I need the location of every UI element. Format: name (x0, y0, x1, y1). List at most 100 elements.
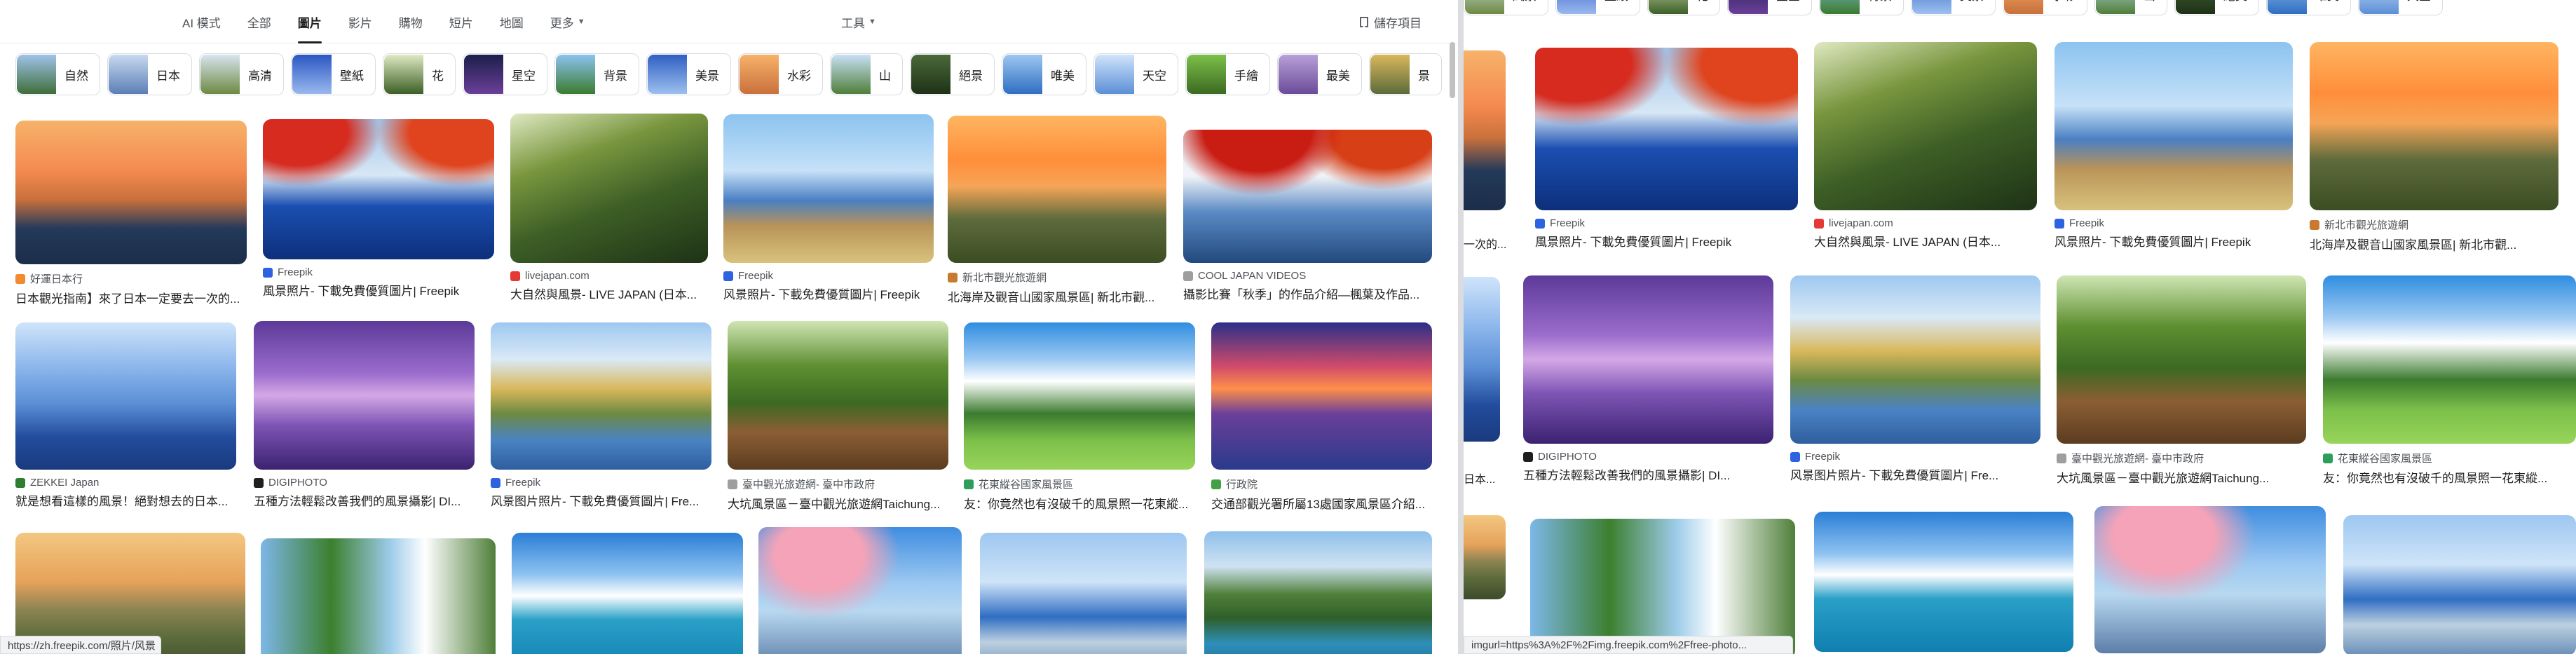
result-thumbnail[interactable] (1204, 531, 1432, 654)
image-result-card[interactable]: Freepik 風景照片- 下載免費優質圖片| Freepik (1535, 48, 1798, 250)
result-thumbnail[interactable] (15, 322, 236, 470)
result-title[interactable]: 五種方法輕鬆改善我們的風景攝影| DI... (1523, 465, 1773, 483)
result-thumbnail[interactable] (1183, 130, 1432, 263)
result-source[interactable]: Freepik (263, 266, 494, 278)
image-result-card[interactable]: 行政院交通部觀光署所屬13處國家風景區介紹... (1211, 322, 1432, 512)
image-result-card[interactable]: COOL JAPAN VIDEOS 攝影比賽「秋季」的作品介紹—楓葉及作品... (1183, 130, 1432, 302)
result-source[interactable]: Freepik (2054, 217, 2293, 229)
result-source[interactable]: Freepik (1790, 451, 2040, 463)
chip-1[interactable]: 壁紙 (1555, 0, 1640, 15)
result-source[interactable]: 好運日本行 (15, 271, 247, 286)
result-thumbnail[interactable] (728, 321, 948, 470)
tab-shorts[interactable]: 短片 (449, 0, 473, 43)
chip-5[interactable]: 星空 (463, 53, 547, 95)
saved-items-button[interactable]: 儲存項目 (1360, 0, 1422, 43)
image-result-card[interactable] (1814, 512, 2073, 652)
cropped-thumbnail[interactable] (1464, 50, 1506, 210)
image-result-card[interactable] (1530, 519, 1795, 654)
chip-6[interactable]: 水彩 (2003, 0, 2087, 15)
image-result-card[interactable] (2343, 515, 2576, 654)
result-thumbnail[interactable] (2057, 275, 2306, 444)
result-title[interactable]: 友：你竟然也有沒破千的風景照一花東縱... (964, 494, 1195, 512)
chip-2[interactable]: 高清 (199, 53, 284, 95)
chip-5[interactable]: 美景 (1911, 0, 1996, 15)
cropped-result-title[interactable]: 日本... (1464, 470, 1495, 486)
result-thumbnail[interactable] (510, 114, 708, 263)
image-result-card[interactable]: Freepik 风景图片照片- 下載免費優質圖片| Fre... (491, 322, 711, 509)
chip-0[interactable]: 風景 (1464, 0, 1548, 15)
result-title[interactable]: 風景照片- 下載免費優質圖片| Freepik (1535, 232, 1798, 250)
result-title[interactable]: 大坑風景區－臺中觀光旅遊網Taichung... (728, 494, 948, 512)
cropped-thumbnail[interactable] (1464, 515, 1506, 599)
result-title[interactable]: 大坑風景區－臺中觀光旅遊網Taichung... (2057, 468, 2306, 486)
chip-7[interactable]: 美景 (646, 53, 731, 95)
result-source[interactable]: Freepik (723, 270, 934, 282)
chip-3[interactable]: 壁紙 (291, 53, 376, 95)
result-source[interactable]: livejapan.com (1814, 217, 2037, 229)
tab-shopping[interactable]: 購物 (399, 0, 423, 43)
result-source[interactable]: 花東縱谷國家風景區 (964, 477, 1195, 491)
image-result-card[interactable]: livejapan.com 大自然與風景- LIVE JAPAN (日本... (510, 114, 708, 302)
chip-13[interactable]: 手繪 (1185, 53, 1270, 95)
result-thumbnail[interactable] (512, 533, 743, 654)
result-title[interactable]: 北海岸及觀音山國家風景區| 新北市觀... (2310, 235, 2558, 252)
result-thumbnail[interactable] (1530, 519, 1795, 654)
scrollbar[interactable] (1450, 42, 1455, 98)
chip-6[interactable]: 背景 (554, 53, 639, 95)
result-title[interactable]: 就是想看這樣的風景！絕對想去的日本... (15, 491, 236, 509)
result-source[interactable]: 行政院 (1211, 477, 1432, 491)
result-title[interactable]: 日本觀光指南】來了日本一定要去一次的... (15, 289, 247, 306)
result-title[interactable]: 北海岸及觀音山國家風景區| 新北市觀... (948, 287, 1166, 305)
result-thumbnail[interactable] (15, 121, 247, 264)
result-thumbnail[interactable] (758, 527, 962, 654)
image-result-card[interactable]: Freepik 风景图片照片- 下載免費優質圖片| Fre... (1790, 275, 2040, 483)
image-result-card[interactable]: DIGIPHOTO 五種方法輕鬆改善我們的風景攝影| DI... (254, 321, 475, 509)
result-thumbnail[interactable] (2310, 42, 2558, 210)
result-source[interactable]: Freepik (491, 477, 711, 489)
result-title[interactable]: 交通部觀光署所屬13處國家風景區介紹... (1211, 494, 1432, 512)
split-divider[interactable] (1458, 0, 1464, 654)
tab-maps[interactable]: 地圖 (500, 0, 524, 43)
image-result-card[interactable]: 臺中觀光旅遊網- 臺中市政府大坑風景區－臺中觀光旅遊網Taichung... (728, 321, 948, 512)
result-title[interactable]: 五種方法輕鬆改善我們的風景攝影| DI... (254, 491, 475, 509)
image-result-card[interactable]: 花東縱谷國家風景區友：你竟然也有沒破千的風景照一花東縱... (964, 322, 1195, 512)
result-thumbnail[interactable] (1535, 48, 1798, 210)
tab-ai-mode[interactable]: AI 模式 (182, 0, 221, 43)
chip-8[interactable]: 水彩 (738, 53, 823, 95)
image-result-card[interactable]: DIGIPHOTO 五種方法輕鬆改善我們的風景攝影| DI... (1523, 275, 1773, 483)
result-thumbnail[interactable] (1523, 275, 1773, 444)
cropped-result-title[interactable]: 一次的... (1464, 235, 1506, 252)
chip-3[interactable]: 星空 (1727, 0, 1812, 15)
result-thumbnail[interactable] (491, 322, 711, 470)
tab-more[interactable]: 更多 ▼ (550, 0, 585, 43)
result-thumbnail[interactable] (980, 533, 1187, 654)
image-result-card[interactable] (758, 527, 962, 654)
result-thumbnail[interactable] (1790, 275, 2040, 444)
chip-10[interactable]: 絕景 (910, 53, 995, 95)
chip-9[interactable]: 山 (830, 53, 903, 95)
result-title[interactable]: 风景照片- 下載免費優質圖片| Freepik (2054, 232, 2293, 250)
result-thumbnail[interactable] (263, 119, 494, 259)
chip-4[interactable]: 背景 (1819, 0, 1904, 15)
chip-2[interactable]: 花 (1647, 0, 1720, 15)
result-source[interactable]: 臺中觀光旅遊網- 臺中市政府 (728, 477, 948, 491)
image-result-card[interactable] (261, 538, 496, 654)
result-title[interactable]: 友：你竟然也有沒破千的風景照一花東縱... (2323, 468, 2576, 486)
chip-12[interactable]: 天空 (1093, 53, 1178, 95)
image-result-card[interactable] (512, 533, 743, 654)
result-title[interactable]: 大自然與風景- LIVE JAPAN (日本... (1814, 232, 2037, 250)
chip-15[interactable]: 景 (1369, 53, 1442, 95)
tab-images[interactable]: 圖片 (297, 0, 322, 43)
image-result-card[interactable]: Freepik 风景照片- 下載免費優質圖片| Freepik (2054, 42, 2293, 250)
result-title[interactable]: 攝影比賽「秋季」的作品介紹—楓葉及作品... (1183, 285, 1432, 302)
chip-14[interactable]: 最美 (1277, 53, 1362, 95)
image-result-card[interactable]: 新北市觀光旅遊網 北海岸及觀音山國家風景區| 新北市觀... (948, 116, 1166, 305)
result-thumbnail[interactable] (2323, 275, 2576, 444)
result-source[interactable]: ZEKKEI Japan (15, 477, 236, 489)
image-result-card[interactable]: Freepik 风景照片- 下載免費優質圖片| Freepik (723, 114, 934, 302)
result-thumbnail[interactable] (2054, 42, 2293, 210)
image-result-card[interactable]: livejapan.com 大自然與風景- LIVE JAPAN (日本... (1814, 42, 2037, 250)
image-result-card[interactable]: 臺中觀光旅遊網- 臺中市政府 大坑風景區－臺中觀光旅遊網Taichung... (2057, 275, 2306, 486)
cropped-thumbnail[interactable] (1464, 277, 1500, 442)
chip-1[interactable]: 日本 (107, 53, 192, 95)
